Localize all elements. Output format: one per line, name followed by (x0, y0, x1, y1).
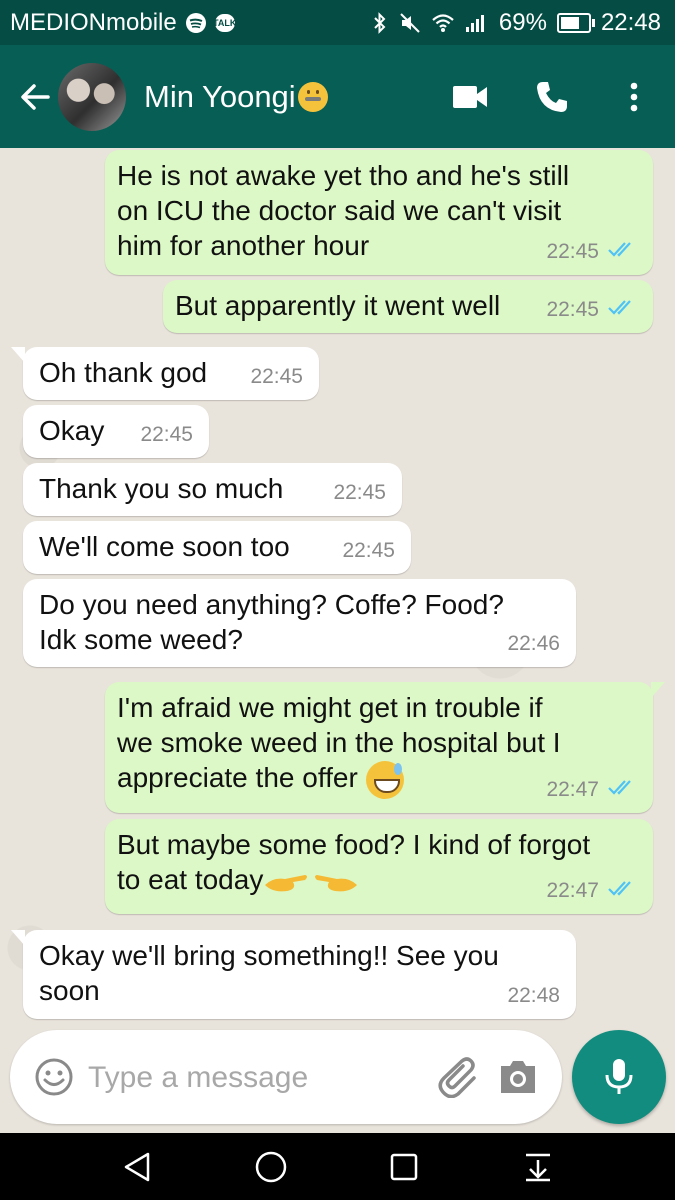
battery-icon (556, 12, 595, 33)
message-outgoing[interactable]: But maybe some food? I kind of forgot to… (105, 819, 653, 914)
video-call-icon (453, 85, 487, 108)
nav-back-button[interactable] (107, 1137, 167, 1197)
message-text: Do you need anything? Coffe? Food? Idk s… (39, 589, 504, 655)
emoji-button[interactable] (34, 1057, 74, 1101)
voice-call-button[interactable] (511, 67, 593, 127)
nav-back-icon (124, 1152, 150, 1181)
message-meta: 22:45 (546, 292, 637, 327)
nav-recents-button[interactable] (374, 1137, 434, 1197)
more-options-button[interactable] (593, 67, 675, 127)
notification-pulldown-icon (526, 1153, 551, 1181)
pointing-fingers-emoji (265, 874, 358, 892)
message-meta: 22:46 (507, 626, 560, 661)
status-bar: MEDIONmobile TALK 69% 22:48 (0, 0, 675, 45)
talk-icon: TALK (213, 13, 236, 32)
paperclip-icon (438, 1057, 476, 1099)
chat-header: Min Yoongi (0, 45, 675, 148)
message-meta: 22:45 (546, 234, 637, 269)
voice-call-icon (537, 81, 567, 112)
message-text: I'm afraid we might get in trouble if we… (117, 690, 561, 799)
message-time: 22:48 (507, 984, 560, 1007)
message-text: He is not awake yet tho and he's still o… (117, 160, 570, 261)
read-ticks-icon (607, 873, 637, 908)
read-ticks-icon (607, 772, 637, 807)
message-text: Thank you so much (39, 473, 284, 504)
message-text: Okay we'll bring something!! See you soo… (39, 940, 499, 1006)
video-call-button[interactable] (429, 67, 511, 127)
wifi-icon (431, 13, 455, 33)
message-time: 22:45 (546, 240, 599, 263)
battery-percent: 69% (498, 8, 547, 36)
more-options-icon (630, 82, 638, 111)
message-meta: 22:47 (546, 873, 637, 908)
header-actions (429, 67, 675, 127)
message-outgoing[interactable]: But apparently it went well 22:45 (163, 280, 653, 333)
avatar[interactable] (58, 62, 126, 131)
zipper-mouth-face-icon (297, 81, 328, 112)
mute-icon (399, 12, 421, 34)
signal-icon (465, 13, 489, 33)
read-ticks-icon (607, 234, 637, 269)
carrier-name: MEDIONmobile (10, 8, 177, 36)
message-incoming[interactable]: Okay 22:45 (23, 405, 209, 458)
message-meta: 22:45 (140, 417, 193, 452)
message-text: But maybe some food? I kind of forgot to… (117, 829, 591, 895)
voice-record-button[interactable] (572, 1030, 666, 1124)
message-meta: 22:45 (250, 359, 303, 394)
microphone-icon (605, 1059, 633, 1094)
contact-name-text: Min Yoongi (144, 78, 296, 114)
bluetooth-icon (371, 11, 389, 35)
status-right: 69% 22:48 (371, 9, 675, 37)
message-text: We'll come soon too (39, 531, 290, 562)
message-time: 22:45 (546, 298, 599, 321)
message-incoming[interactable]: Oh thank god 22:45 (11, 347, 319, 400)
status-left: MEDIONmobile TALK (0, 8, 236, 37)
message-meta: 22:48 (507, 978, 560, 1013)
message-text: Oh thank god (39, 357, 208, 388)
message-time: 22:45 (250, 365, 303, 388)
message-input[interactable] (86, 1050, 420, 1106)
back-button[interactable] (12, 80, 58, 114)
message-incoming[interactable]: Thank you so much 22:45 (23, 463, 402, 516)
contact-name[interactable]: Min Yoongi (144, 79, 328, 115)
message-time: 22:47 (546, 778, 599, 801)
message-time: 22:46 (507, 632, 560, 655)
emoji-icon (35, 1058, 73, 1096)
message-list[interactable]: He is not awake yet tho and he's still o… (0, 148, 675, 1133)
message-incoming[interactable]: Okay we'll bring something!! See you soo… (11, 930, 576, 1019)
message-time: 22:45 (140, 423, 193, 446)
attach-button[interactable] (436, 1056, 480, 1102)
battery-fill (560, 16, 579, 29)
message-outgoing[interactable]: He is not awake yet tho and he's still o… (105, 150, 653, 275)
message-text: Okay (39, 415, 105, 446)
message-time: 22:45 (333, 481, 386, 504)
nav-home-icon (255, 1151, 286, 1182)
grinning-sweat-emoji (365, 760, 404, 799)
message-meta: 22:45 (342, 533, 395, 568)
message-incoming[interactable]: Do you need anything? Coffe? Food? Idk s… (23, 579, 576, 667)
nav-home-button[interactable] (241, 1137, 301, 1197)
nav-recents-icon (391, 1153, 418, 1180)
message-incoming[interactable]: We'll come soon too 22:45 (23, 521, 411, 574)
message-time: 22:45 (342, 539, 395, 562)
read-ticks-icon (607, 292, 637, 327)
message-outgoing[interactable]: I'm afraid we might get in trouble if we… (105, 682, 665, 813)
camera-button[interactable] (498, 1058, 538, 1100)
back-arrow-icon (21, 83, 50, 110)
message-meta: 22:45 (333, 475, 386, 510)
nav-notifications-button[interactable] (508, 1137, 568, 1197)
message-text: But apparently it went well (175, 290, 501, 321)
clock: 22:48 (600, 8, 661, 36)
message-time: 22:47 (546, 879, 599, 902)
message-composer (10, 1030, 562, 1124)
system-nav-bar (0, 1133, 675, 1200)
message-meta: 22:47 (546, 772, 637, 807)
camera-icon (501, 1061, 535, 1093)
spotify-icon (185, 12, 207, 34)
